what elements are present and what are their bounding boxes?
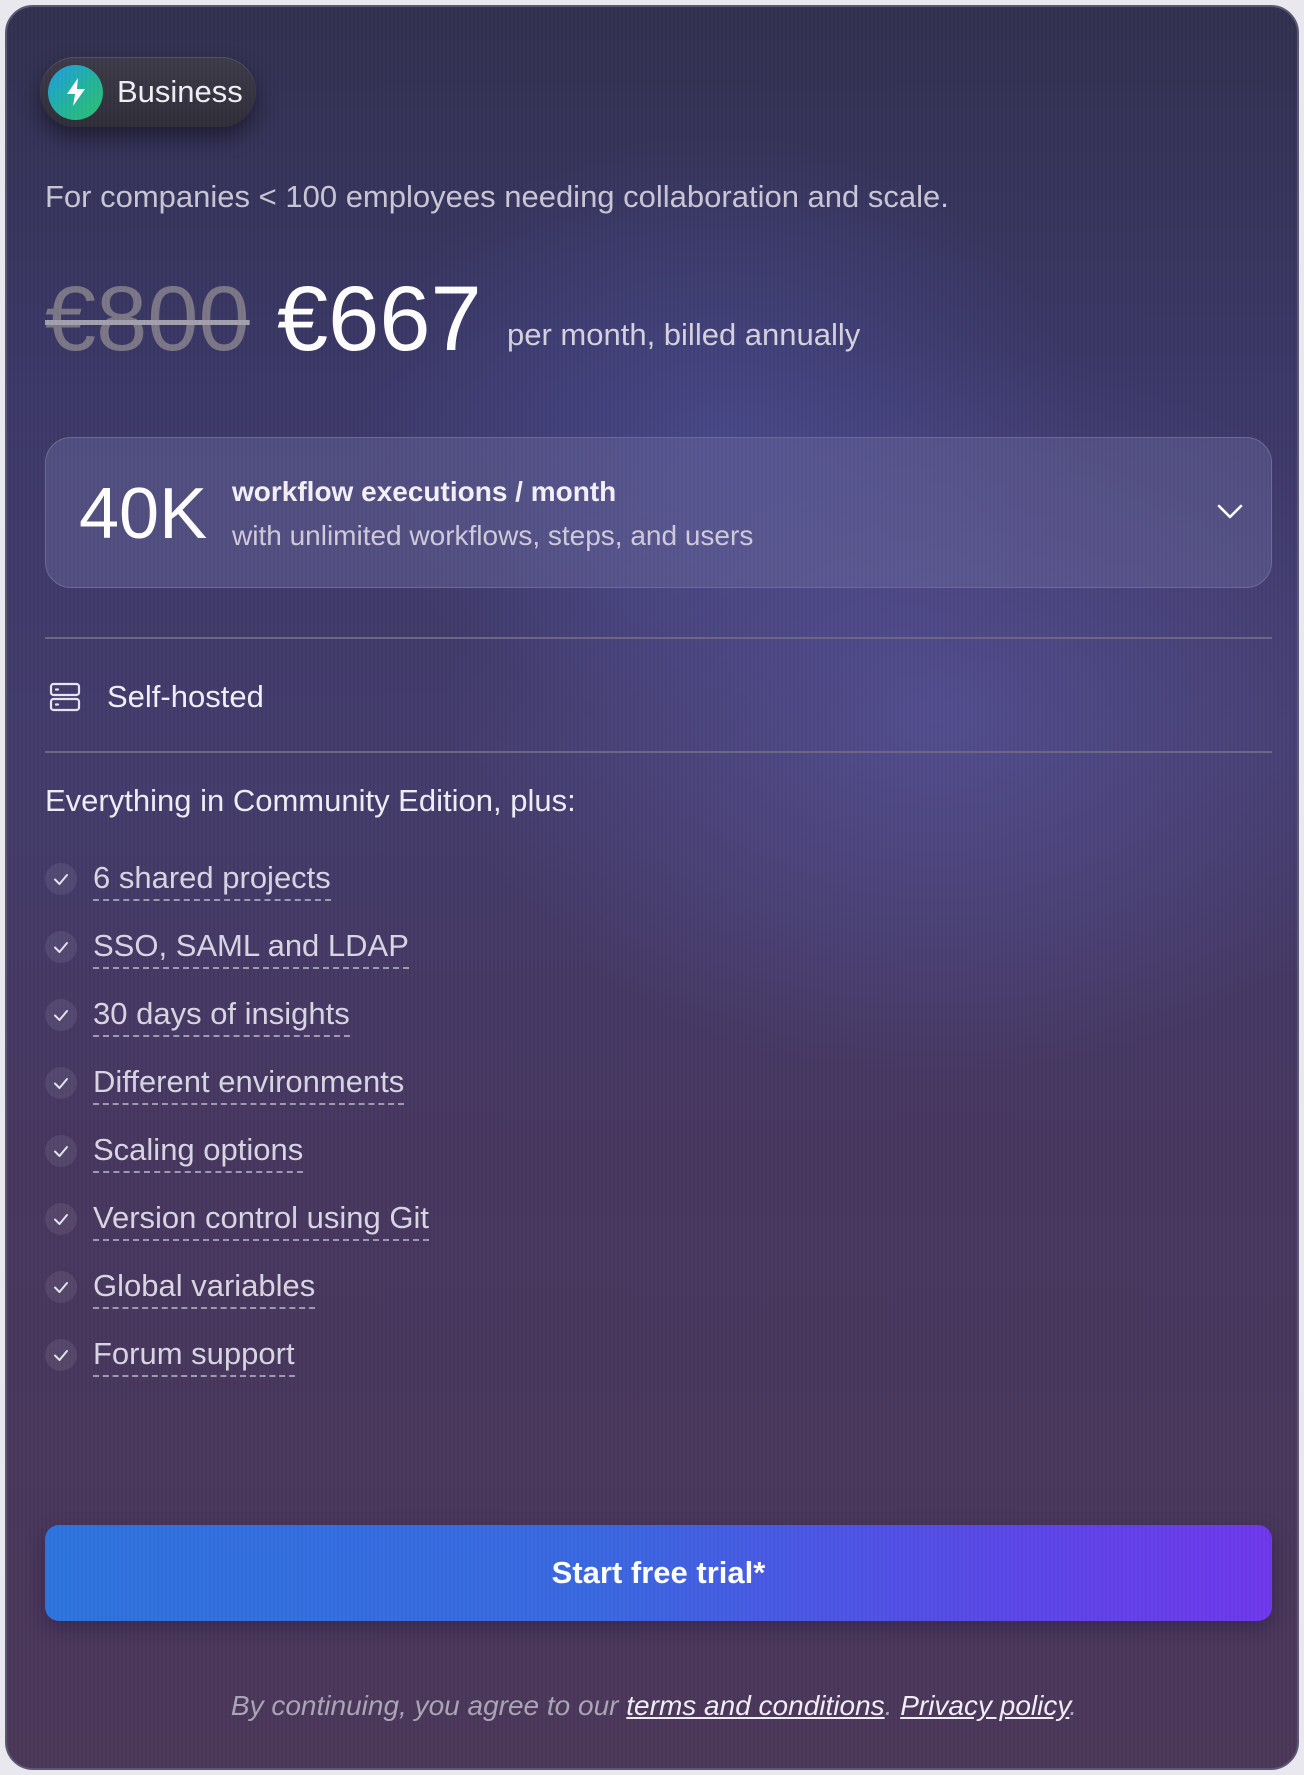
- check-icon: [45, 1339, 77, 1371]
- feature-item: 30 days of insights: [45, 995, 429, 1063]
- check-icon: [45, 999, 77, 1031]
- feature-item: 6 shared projects: [45, 859, 429, 927]
- executions-subtitle: with unlimited workflows, steps, and use…: [232, 520, 754, 551]
- chevron-down-icon[interactable]: [1215, 496, 1245, 526]
- feature-label[interactable]: Global variables: [93, 1267, 316, 1309]
- lightning-icon: [48, 64, 103, 120]
- check-icon: [45, 863, 77, 895]
- pricing-card: Business For companies < 100 employees n…: [5, 5, 1299, 1770]
- plan-name: Business: [117, 74, 243, 109]
- feature-item: Forum support: [45, 1335, 429, 1403]
- feature-item: Version control using Git: [45, 1199, 430, 1267]
- billing-note: per month, billed annually: [507, 317, 861, 352]
- legal-prefix: By continuing, you agree to our: [230, 1690, 619, 1721]
- executions-amount: 40K: [79, 474, 208, 554]
- legal-suffix: .: [1069, 1690, 1078, 1721]
- plan-badge: Business: [40, 57, 256, 127]
- original-price: €800: [45, 268, 250, 370]
- feature-item: Global variables: [45, 1267, 429, 1335]
- hosting-row: Self-hosted: [49, 679, 264, 715]
- executions-selector[interactable]: 40K workflow executions / month with unl…: [45, 437, 1272, 588]
- feature-item: Scaling options: [45, 1131, 429, 1199]
- legal-notice: By continuing, you agree to our terms an…: [7, 1690, 1297, 1722]
- check-icon: [45, 1067, 77, 1099]
- executions-title: workflow executions / month: [232, 476, 617, 507]
- privacy-link[interactable]: Privacy policy: [900, 1690, 1069, 1721]
- check-icon: [45, 1271, 77, 1303]
- feature-label[interactable]: Different environments: [93, 1063, 405, 1105]
- feature-label[interactable]: Version control using Git: [93, 1199, 430, 1241]
- plan-description: For companies < 100 employees needing co…: [45, 179, 949, 214]
- feature-item: Different environments: [45, 1063, 429, 1131]
- server-icon: [49, 682, 81, 712]
- feature-label[interactable]: SSO, SAML and LDAP: [93, 927, 409, 969]
- divider: [45, 751, 1272, 753]
- divider: [45, 637, 1272, 639]
- start-free-trial-button[interactable]: Start free trial*: [45, 1525, 1272, 1621]
- feature-label[interactable]: Scaling options: [93, 1131, 304, 1173]
- legal-separator: .: [884, 1690, 893, 1721]
- feature-label[interactable]: 30 days of insights: [93, 995, 350, 1037]
- check-icon: [45, 931, 77, 963]
- current-price: €667: [277, 268, 482, 370]
- feature-label[interactable]: 6 shared projects: [93, 859, 331, 901]
- terms-link[interactable]: terms and conditions: [626, 1690, 884, 1721]
- check-icon: [45, 1135, 77, 1167]
- hosting-label: Self-hosted: [107, 679, 264, 714]
- feature-list: 6 shared projects SSO, SAML and LDAP 30 …: [45, 859, 430, 1403]
- features-heading: Everything in Community Edition, plus:: [45, 783, 576, 818]
- feature-item: SSO, SAML and LDAP: [45, 927, 429, 995]
- feature-label[interactable]: Forum support: [93, 1335, 295, 1377]
- check-icon: [45, 1203, 77, 1235]
